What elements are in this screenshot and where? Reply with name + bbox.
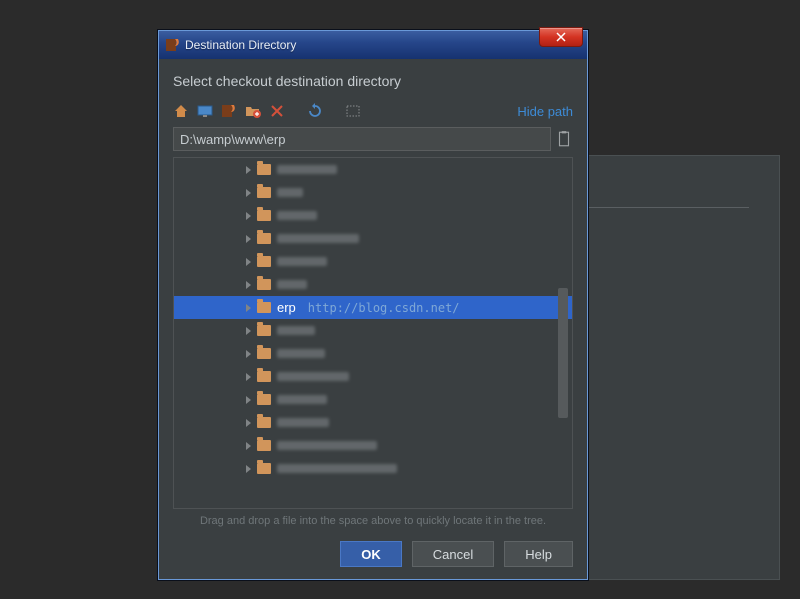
folder-label-blurred xyxy=(277,372,349,381)
scrollbar-thumb[interactable] xyxy=(558,288,568,418)
folder-label-blurred xyxy=(277,464,397,473)
folder-label-blurred xyxy=(277,441,377,450)
folder-label-blurred xyxy=(277,349,325,358)
folder-icon xyxy=(257,210,271,221)
folder-icon xyxy=(257,440,271,451)
destination-directory-dialog: Destination Directory Select checkout de… xyxy=(158,30,588,580)
folder-icon xyxy=(257,187,271,198)
folder-label-blurred xyxy=(277,257,327,266)
expand-arrow-icon[interactable] xyxy=(246,304,251,312)
help-button[interactable]: Help xyxy=(504,541,573,567)
folder-icon xyxy=(257,463,271,474)
path-input[interactable] xyxy=(173,127,551,151)
folder-icon xyxy=(257,164,271,175)
toolbar: Hide path xyxy=(173,103,573,119)
expand-arrow-icon[interactable] xyxy=(246,258,251,266)
folder-icon xyxy=(257,302,271,313)
tree-item[interactable] xyxy=(174,342,572,365)
expand-arrow-icon[interactable] xyxy=(246,419,251,427)
folder-icon xyxy=(257,279,271,290)
desktop-icon[interactable] xyxy=(197,103,213,119)
folder-label-blurred xyxy=(277,280,307,289)
tree-item[interactable] xyxy=(174,227,572,250)
folder-label-blurred xyxy=(277,188,303,197)
expand-arrow-icon[interactable] xyxy=(246,327,251,335)
tree-item[interactable] xyxy=(174,204,572,227)
expand-arrow-icon[interactable] xyxy=(246,350,251,358)
show-hidden-icon[interactable] xyxy=(345,103,361,119)
tree-item[interactable] xyxy=(174,434,572,457)
dialog-title: Destination Directory xyxy=(185,38,296,52)
expand-arrow-icon[interactable] xyxy=(246,281,251,289)
tree-item[interactable] xyxy=(174,250,572,273)
expand-arrow-icon[interactable] xyxy=(246,212,251,220)
tree-item[interactable] xyxy=(174,457,572,480)
folder-icon xyxy=(257,325,271,336)
directory-tree[interactable]: erp http://blog.csdn.net/ xyxy=(173,157,573,509)
folder-label-blurred xyxy=(277,165,337,174)
tree-item[interactable] xyxy=(174,273,572,296)
close-button[interactable] xyxy=(539,27,583,47)
tree-item[interactable] xyxy=(174,388,572,411)
folder-label-blurred xyxy=(277,326,315,335)
app-icon xyxy=(165,37,181,53)
dialog-body: Select checkout destination directory Hi… xyxy=(159,59,587,579)
ok-button[interactable]: OK xyxy=(340,541,402,567)
tree-item[interactable] xyxy=(174,181,572,204)
tree-item-selected[interactable]: erp http://blog.csdn.net/ xyxy=(174,296,572,319)
project-icon[interactable] xyxy=(221,103,237,119)
folder-label-blurred xyxy=(277,418,329,427)
new-folder-icon[interactable] xyxy=(245,103,261,119)
tree-item[interactable] xyxy=(174,319,572,342)
folder-icon xyxy=(257,417,271,428)
folder-label-blurred xyxy=(277,395,327,404)
folder-label: erp xyxy=(277,300,296,315)
cancel-button[interactable]: Cancel xyxy=(412,541,494,567)
expand-arrow-icon[interactable] xyxy=(246,396,251,404)
titlebar[interactable]: Destination Directory xyxy=(159,31,587,59)
refresh-icon[interactable] xyxy=(307,103,323,119)
button-row: OK Cancel Help xyxy=(173,541,573,567)
drop-hint: Drag and drop a file into the space abov… xyxy=(173,515,573,527)
folder-label-blurred xyxy=(277,234,359,243)
watermark-text: http://blog.csdn.net/ xyxy=(308,301,460,315)
folder-icon xyxy=(257,348,271,359)
expand-arrow-icon[interactable] xyxy=(246,235,251,243)
folder-icon xyxy=(257,394,271,405)
folder-icon xyxy=(257,256,271,267)
folder-icon xyxy=(257,371,271,382)
instruction-text: Select checkout destination directory xyxy=(173,73,573,89)
expand-arrow-icon[interactable] xyxy=(246,166,251,174)
tree-item[interactable] xyxy=(174,365,572,388)
clipboard-icon[interactable] xyxy=(555,130,573,148)
expand-arrow-icon[interactable] xyxy=(246,189,251,197)
tree-item[interactable] xyxy=(174,158,572,181)
folder-icon xyxy=(257,233,271,244)
home-icon[interactable] xyxy=(173,103,189,119)
expand-arrow-icon[interactable] xyxy=(246,442,251,450)
delete-icon[interactable] xyxy=(269,103,285,119)
expand-arrow-icon[interactable] xyxy=(246,373,251,381)
folder-label-blurred xyxy=(277,211,317,220)
hide-path-link[interactable]: Hide path xyxy=(517,104,573,119)
expand-arrow-icon[interactable] xyxy=(246,465,251,473)
tree-item[interactable] xyxy=(174,411,572,434)
path-row xyxy=(173,127,573,151)
